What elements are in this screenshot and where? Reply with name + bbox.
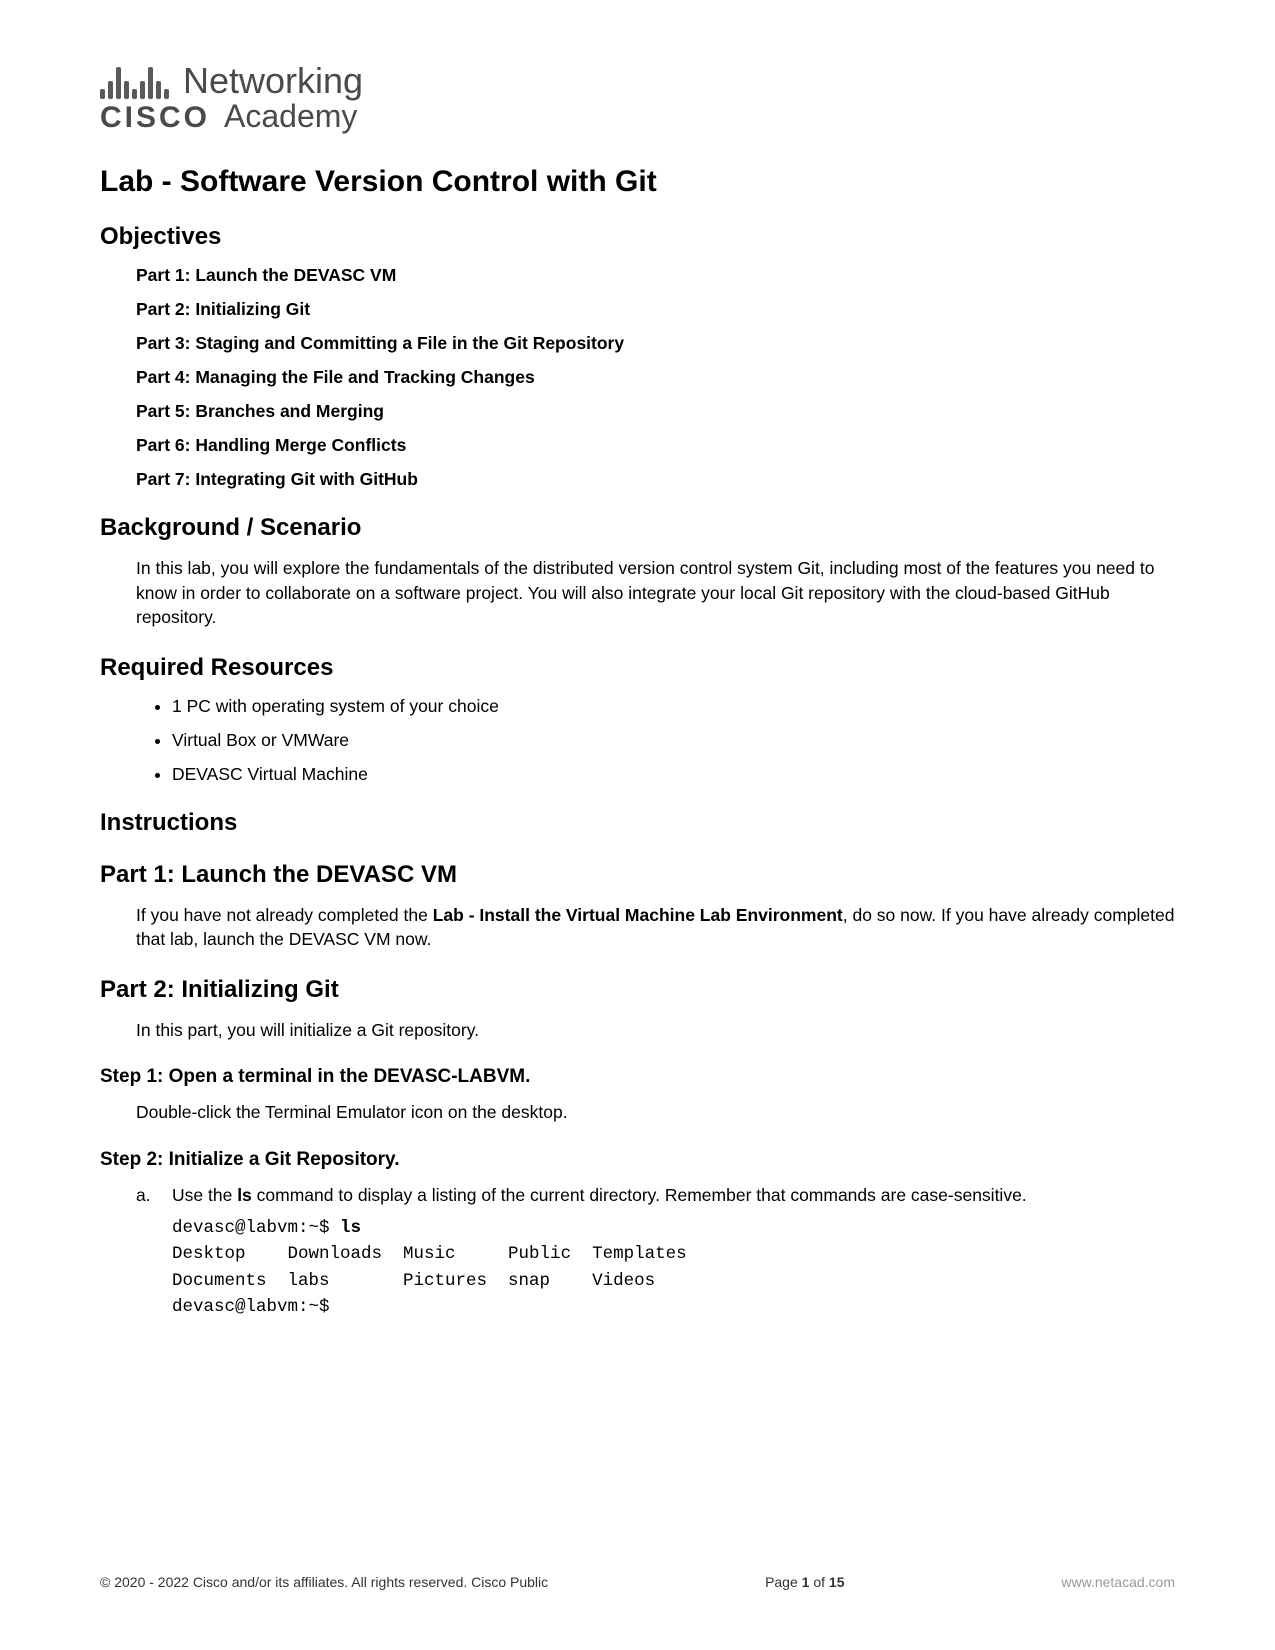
background-text: In this lab, you will explore the fundam… <box>100 556 1175 630</box>
part2-text: In this part, you will initialize a Git … <box>100 1018 1175 1043</box>
part1-text-pre: If you have not already completed the <box>136 905 433 925</box>
code-prompt: devasc@labvm:~$ <box>172 1218 340 1238</box>
footer-page-pre: Page <box>765 1574 802 1590</box>
objective-item: Part 3: Staging and Committing a File in… <box>136 333 1175 354</box>
code-output-line: Documents labs Pictures snap Videos <box>172 1271 655 1291</box>
step2-a-text: Use the ls command to display a listing … <box>172 1183 1027 1208</box>
objective-item: Part 6: Handling Merge Conflicts <box>136 435 1175 456</box>
page-footer: © 2020 - 2022 Cisco and/or its affiliate… <box>100 1574 1175 1590</box>
step1-text: Double-click the Terminal Emulator icon … <box>100 1100 1175 1125</box>
objective-item: Part 2: Initializing Git <box>136 299 1175 320</box>
logo-text-cisco: CISCO <box>100 101 210 135</box>
resource-item: DEVASC Virtual Machine <box>172 764 1175 785</box>
logo-text-academy: Academy <box>224 98 357 135</box>
instructions-header: Instructions <box>100 809 1175 837</box>
step2-a-cmd: ls <box>237 1185 252 1205</box>
code-prompt: devasc@labvm:~$ <box>172 1297 330 1317</box>
footer-page-total: 15 <box>829 1574 845 1590</box>
step2-header: Step 2: Initialize a Git Repository. <box>100 1149 1175 1171</box>
part1-text: If you have not already completed the La… <box>100 903 1175 952</box>
lab-title: Lab - Software Version Control with Git <box>100 165 1175 199</box>
logo-text-networking: Networking <box>183 60 363 102</box>
step2-a-post: command to display a listing of the curr… <box>252 1185 1027 1205</box>
background-header: Background / Scenario <box>100 514 1175 542</box>
resource-item: 1 PC with operating system of your choic… <box>172 696 1175 717</box>
step2-a-letter: a. <box>136 1183 154 1208</box>
step2-a: a. Use the ls command to display a listi… <box>100 1183 1175 1208</box>
code-block: devasc@labvm:~$ ls Desktop Downloads Mus… <box>100 1215 1175 1320</box>
objective-item: Part 7: Integrating Git with GitHub <box>136 469 1175 490</box>
footer-page-mid: of <box>809 1574 828 1590</box>
footer-copyright: © 2020 - 2022 Cisco and/or its affiliate… <box>100 1574 548 1590</box>
code-output-line: Desktop Downloads Music Public Templates <box>172 1244 687 1264</box>
footer-page-indicator: Page 1 of 15 <box>548 1574 1061 1590</box>
objective-item: Part 4: Managing the File and Tracking C… <box>136 367 1175 388</box>
resources-list: 1 PC with operating system of your choic… <box>100 696 1175 785</box>
cisco-bars-icon <box>100 63 169 99</box>
objective-item: Part 5: Branches and Merging <box>136 401 1175 422</box>
resource-item: Virtual Box or VMWare <box>172 730 1175 751</box>
step2-a-pre: Use the <box>172 1185 237 1205</box>
part1-header: Part 1: Launch the DEVASC VM <box>100 861 1175 889</box>
cisco-logo-block: Networking CISCO Academy <box>100 60 1175 135</box>
resources-header: Required Resources <box>100 654 1175 682</box>
objectives-list: Part 1: Launch the DEVASC VM Part 2: Ini… <box>100 265 1175 490</box>
footer-url: www.netacad.com <box>1061 1574 1175 1590</box>
objectives-header: Objectives <box>100 223 1175 251</box>
part1-bold-lab: Lab - Install the Virtual Machine Lab En… <box>433 905 843 925</box>
step1-header: Step 1: Open a terminal in the DEVASC-LA… <box>100 1066 1175 1088</box>
code-command: ls <box>340 1218 361 1238</box>
objective-item: Part 1: Launch the DEVASC VM <box>136 265 1175 286</box>
part2-header: Part 2: Initializing Git <box>100 976 1175 1004</box>
